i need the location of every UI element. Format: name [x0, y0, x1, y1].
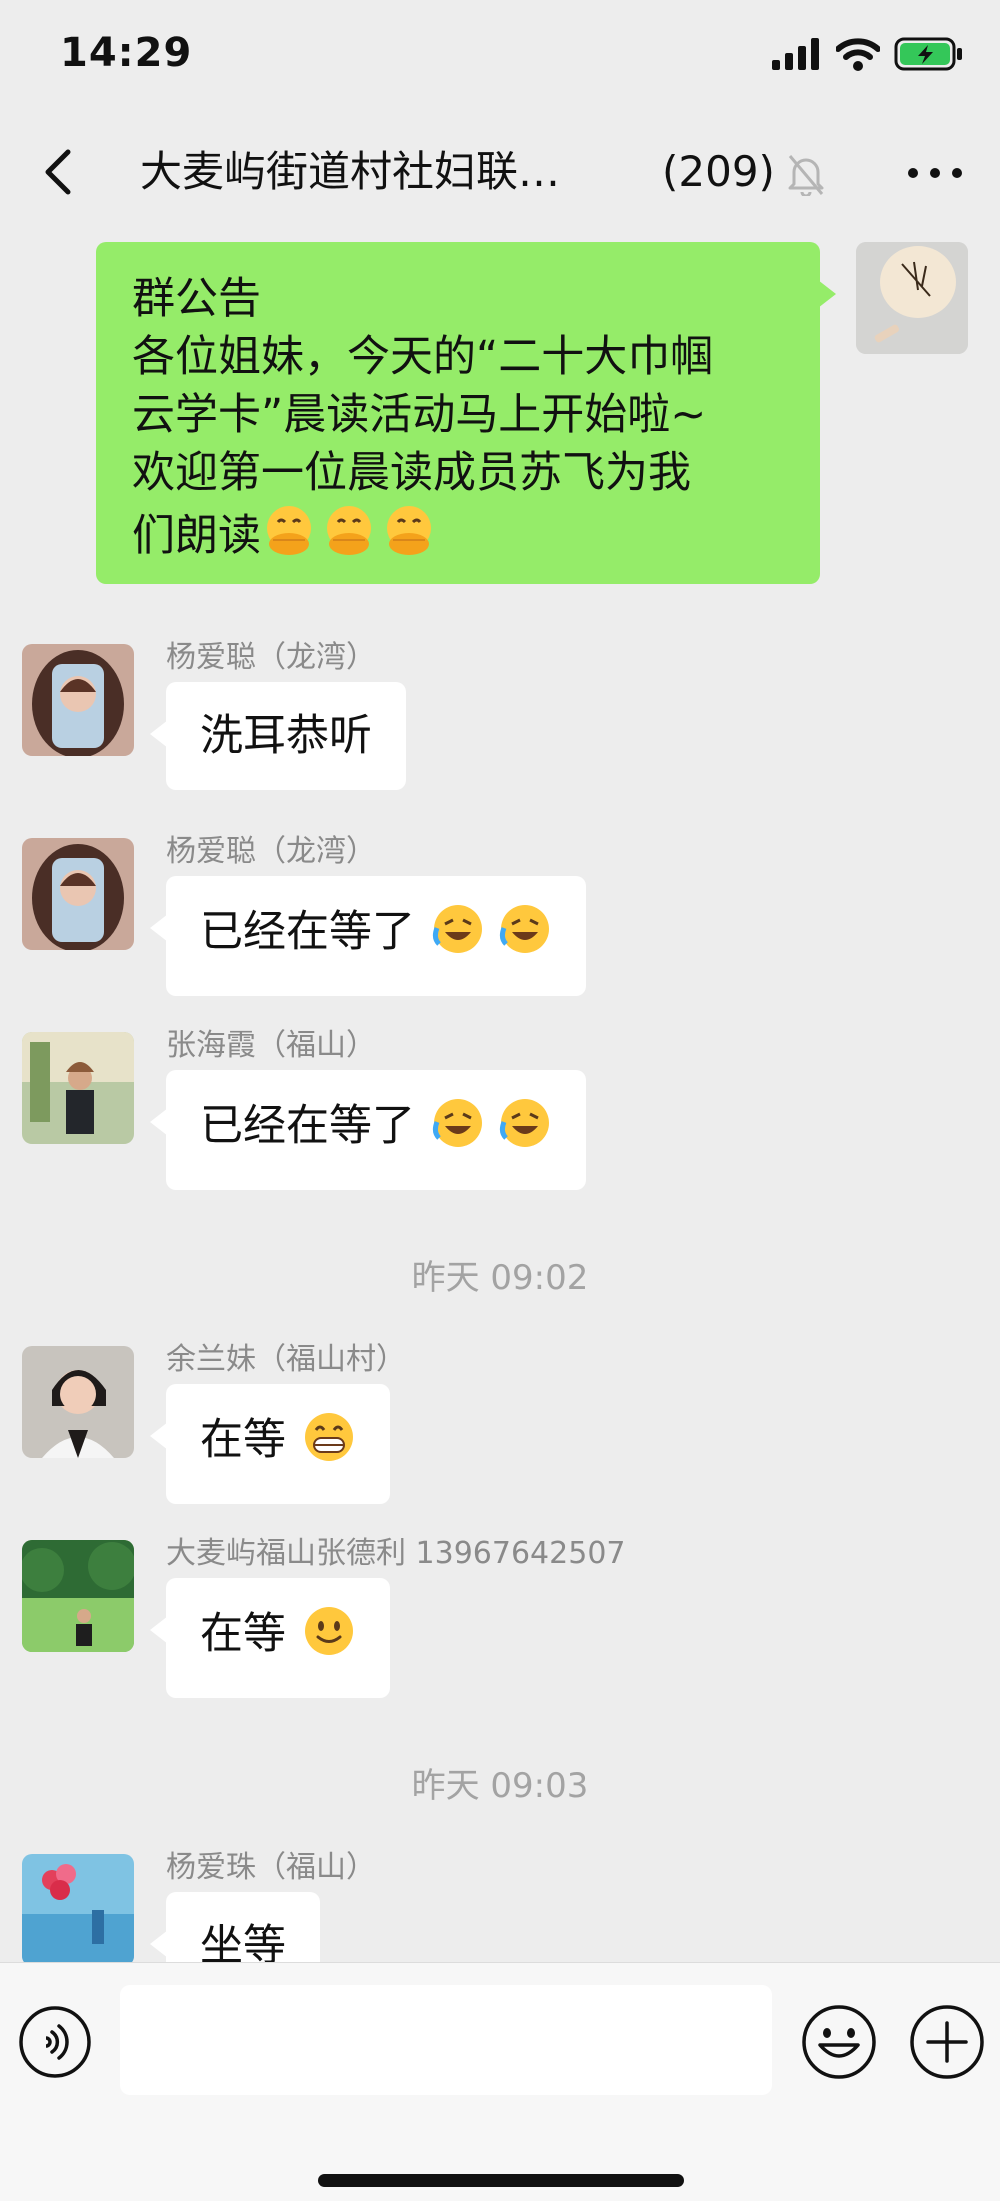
smiley-icon[interactable]: [800, 2003, 878, 2081]
avatar[interactable]: [22, 1032, 134, 1144]
hand-over-mouth-emoji: [261, 502, 437, 558]
timestamp: 昨天 09:03: [411, 1766, 589, 1806]
voice-icon[interactable]: [18, 2005, 92, 2079]
announcement-line: 欢迎第一位晨读成员苏飞为我: [132, 448, 691, 498]
input-bar: [0, 1962, 1000, 2201]
message-text: 在等: [200, 1609, 286, 1659]
announcement-line: 各位姐妹，今天的“二十大巾帼: [132, 332, 714, 382]
message-list[interactable]: 群公告 各位姐妹，今天的“二十大巾帼 云学卡”晨读活动马上开始啦~ 欢迎第一位晨…: [0, 230, 1000, 1962]
fan-photo-icon: [856, 242, 968, 354]
message-text: 洗耳恭听: [200, 711, 372, 761]
announcement-bubble[interactable]: 群公告 各位姐妹，今天的“二十大巾帼 云学卡”晨读活动马上开始啦~ 欢迎第一位晨…: [96, 242, 836, 584]
message-text: 已经在等了: [200, 907, 415, 957]
avatar[interactable]: [22, 1346, 134, 1458]
message-bubble[interactable]: 坐等: [150, 1892, 320, 1962]
sender-name: 杨爱聪（龙湾）: [166, 834, 376, 869]
sender-name: 杨爱聪（龙湾）: [166, 640, 376, 675]
message-bubble[interactable]: 洗耳恭听: [150, 682, 406, 790]
sender-name: 张海霞（福山）: [166, 1028, 376, 1063]
announcement-line: 们朗读: [132, 502, 784, 565]
more-dots-icon[interactable]: [905, 158, 965, 188]
message-bubble[interactable]: 已经在等了: [149, 876, 587, 996]
member-count: (209): [662, 147, 775, 196]
status-bar: 14:29: [0, 0, 1000, 112]
plus-circle-icon[interactable]: [908, 2003, 986, 2081]
message-input[interactable]: [120, 1985, 772, 2095]
avatar[interactable]: [22, 1540, 134, 1652]
crying-laughing-emoji: [431, 1096, 553, 1164]
message-bubble[interactable]: 已经在等了: [149, 1070, 587, 1190]
home-indicator: [318, 2174, 684, 2187]
message-text: 坐等: [200, 1921, 286, 1962]
crying-laughing-emoji: [431, 902, 553, 970]
announcement-line: 云学卡”晨读活动马上开始啦~: [132, 390, 707, 440]
chevron-left-icon[interactable]: [30, 142, 90, 202]
avatar[interactable]: [22, 644, 134, 756]
wifi-icon: [836, 38, 880, 71]
chat-header: 大麦屿街道村社妇联… (209): [0, 112, 1000, 230]
avatar[interactable]: [22, 838, 134, 950]
message-bubble[interactable]: 在等: [150, 1578, 390, 1698]
message-text: 已经在等了: [200, 1101, 415, 1151]
sender-name: 杨爱珠（福山）: [166, 1850, 376, 1885]
self-avatar[interactable]: [856, 242, 968, 354]
announcement-line: 群公告: [132, 274, 261, 324]
sender-name: 大麦屿福山张德利 13967642507: [166, 1536, 626, 1571]
timestamp: 昨天 09:02: [411, 1258, 589, 1298]
avatar[interactable]: [22, 1854, 134, 1962]
cellular-signal-icon: [772, 38, 819, 70]
status-time: 14:29: [60, 30, 193, 76]
group-name: 大麦屿街道村社妇联…: [140, 147, 561, 196]
status-icons: [772, 34, 964, 74]
bell-slash-icon: [788, 155, 824, 196]
slightly-smiling-emoji: [302, 1604, 356, 1672]
grinning-emoji: [302, 1410, 356, 1478]
message-text: 在等: [200, 1415, 286, 1465]
sender-name: 余兰妹（福山村）: [166, 1342, 406, 1377]
message-bubble[interactable]: 在等: [150, 1384, 390, 1504]
battery-charging-icon: [894, 37, 962, 71]
